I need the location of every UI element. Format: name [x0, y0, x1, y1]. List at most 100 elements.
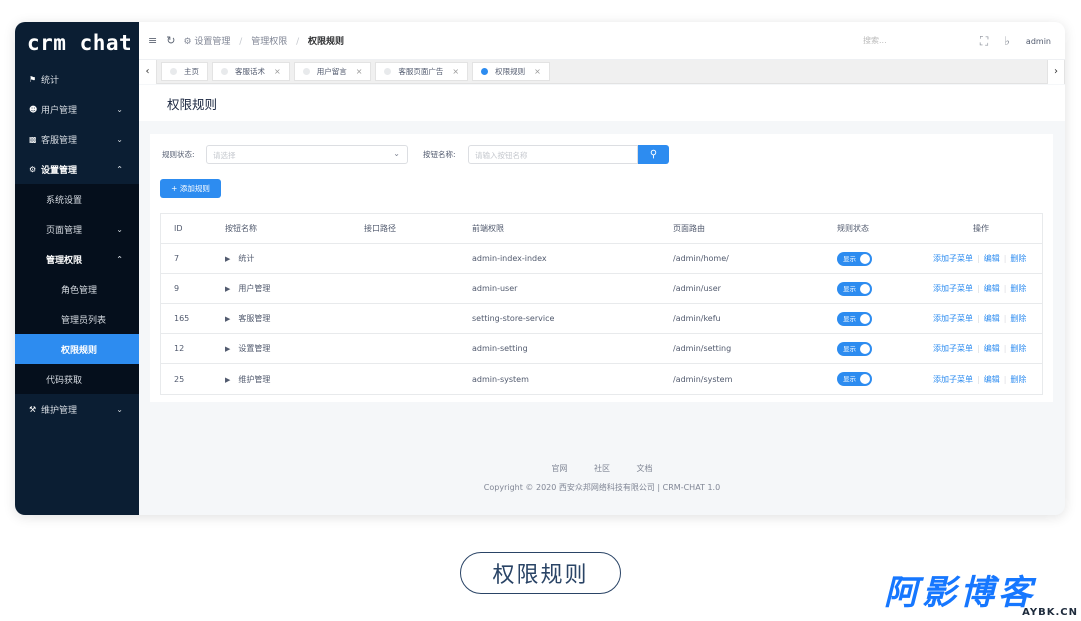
- bell-icon[interactable]: ♭: [1004, 34, 1010, 48]
- sidebar: crm chat ⚑ 统计 ☻ 用户管理 ⌄ ▩ 客服管理 ⌄ ⚙ 设置管理 ⌃…: [15, 22, 139, 515]
- add-rule-button[interactable]: + 添加规则: [160, 179, 221, 198]
- cell-name-text: 客服管理: [238, 314, 271, 323]
- sidebar-item-permissions[interactable]: 管理权限 ⌃: [15, 244, 139, 274]
- add-child-link[interactable]: 添加子菜单: [933, 344, 973, 353]
- sidebar-item-system-settings[interactable]: 系统设置: [15, 184, 139, 214]
- status-toggle[interactable]: 显示: [837, 251, 872, 266]
- header-search-input[interactable]: 搜索...: [863, 35, 887, 46]
- status-toggle[interactable]: 显示: [837, 341, 872, 356]
- delete-link[interactable]: 删除: [1010, 254, 1026, 263]
- add-child-link[interactable]: 添加子菜单: [933, 254, 973, 263]
- name-filter-label: 按钮名称:: [423, 150, 456, 159]
- chevron-up-icon: ⌃: [116, 254, 123, 264]
- cell-frontend: admin-system: [472, 374, 529, 384]
- fullscreen-icon[interactable]: ⛶: [980, 34, 988, 49]
- delete-link[interactable]: 删除: [1010, 344, 1026, 353]
- sidebar-item-label: 统计: [41, 75, 60, 86]
- status-toggle[interactable]: 显示: [837, 281, 872, 296]
- close-icon[interactable]: ×: [356, 67, 363, 76]
- footer-link[interactable]: 官网: [551, 464, 567, 473]
- sidebar-item-stats[interactable]: ⚑ 统计: [15, 64, 139, 94]
- sidebar-item-users[interactable]: ☻ 用户管理 ⌄: [15, 94, 139, 124]
- breadcrumb-item[interactable]: 设置管理: [194, 37, 230, 47]
- close-icon[interactable]: ×: [452, 67, 459, 76]
- user-menu[interactable]: admin: [1026, 37, 1051, 46]
- cell-frontend: setting-store-service: [472, 314, 555, 323]
- wrench-icon: ⚒: [29, 404, 37, 414]
- status-filter-label: 规则状态:: [162, 150, 195, 159]
- tab-scripts[interactable]: 客服话术 ×: [212, 62, 290, 81]
- delete-link[interactable]: 删除: [1010, 284, 1026, 293]
- tab-bar: ‹ 主页 客服话术 × 用户留言 × 客服页面广告 × 权限规则 × ›: [139, 59, 1065, 84]
- tab-ads[interactable]: 客服页面广告 ×: [375, 62, 469, 81]
- home-icon: ⚑: [29, 74, 37, 84]
- status-toggle[interactable]: 显示: [837, 372, 872, 386]
- edit-link[interactable]: 编辑: [984, 375, 1000, 384]
- col-header-name: 按钮名称: [225, 224, 257, 233]
- cell-frontend: admin-user: [472, 284, 518, 293]
- expand-icon[interactable]: ▶: [225, 315, 230, 323]
- sidebar-item-label: 客服管理: [41, 135, 78, 146]
- brand-domain: AYBK.CN: [1022, 607, 1078, 618]
- sidebar-item-admin-list[interactable]: 管理员列表: [15, 304, 139, 334]
- cell-ops: 添加子菜单 | 编辑 | 删除: [933, 254, 1027, 263]
- search-button[interactable]: ⚲: [638, 145, 669, 164]
- copyright: Copyright © 2020 西安众邦网络科技有限公司 | CRM-CHAT…: [483, 483, 721, 492]
- sidebar-item-code[interactable]: 代码获取: [15, 364, 139, 394]
- cell-route: /admin/home/: [673, 254, 729, 263]
- add-child-link[interactable]: 添加子菜单: [933, 314, 973, 323]
- footer-link[interactable]: 社区: [594, 464, 610, 473]
- refresh-icon[interactable]: ↻: [166, 34, 175, 47]
- edit-link[interactable]: 编辑: [984, 254, 1000, 263]
- edit-link[interactable]: 编辑: [984, 314, 1000, 323]
- content-card: 规则状态: 请选择 ⌄ 按钮名称: 请输入按钮名称 ⚲ + 添加规则 ID 按钮…: [150, 134, 1053, 402]
- sidebar-item-label: 系统设置: [46, 195, 83, 206]
- tab-label: 客服页面广告: [398, 67, 444, 76]
- add-child-link[interactable]: 添加子菜单: [933, 284, 973, 293]
- cell-ops: 添加子菜单 | 编辑 | 删除: [933, 284, 1027, 293]
- tab-dot: [170, 68, 177, 75]
- col-header-api: 接口路径: [364, 224, 396, 233]
- sidebar-item-permission-rules[interactable]: 权限规则: [15, 334, 139, 364]
- close-icon[interactable]: ×: [534, 67, 541, 76]
- expand-icon[interactable]: ▶: [225, 345, 230, 353]
- chevron-right-icon[interactable]: ›: [1047, 59, 1065, 84]
- expand-icon[interactable]: ▶: [225, 255, 230, 263]
- sidebar-item-settings[interactable]: ⚙ 设置管理 ⌃: [15, 154, 139, 184]
- sidebar-item-maintenance[interactable]: ⚒ 维护管理 ⌄: [15, 394, 139, 424]
- settings-submenu: 系统设置 页面管理 ⌄ 管理权限 ⌃ 角色管理 管理员列表 权限规则 代码获取: [15, 184, 139, 394]
- col-header-id: ID: [174, 224, 183, 233]
- menu-toggle-icon[interactable]: ≡: [148, 34, 157, 47]
- sidebar-item-label: 管理员列表: [61, 315, 107, 326]
- cell-name: ▶ 维护管理: [225, 374, 270, 385]
- status-select[interactable]: 请选择 ⌄: [206, 145, 408, 164]
- chevron-down-icon: ⌄: [393, 149, 400, 158]
- caption-pill: 权限规则: [460, 552, 621, 594]
- tab-dot: [384, 68, 392, 75]
- expand-icon[interactable]: ▶: [225, 376, 230, 384]
- chevron-left-icon[interactable]: ‹: [139, 59, 157, 84]
- breadcrumb-separator: /: [296, 37, 300, 47]
- chat-icon: ▩: [29, 134, 37, 144]
- delete-link[interactable]: 删除: [1010, 314, 1026, 323]
- expand-icon[interactable]: ▶: [225, 285, 230, 293]
- sidebar-item-page-management[interactable]: 页面管理 ⌄: [15, 214, 139, 244]
- add-child-link[interactable]: 添加子菜单: [933, 375, 973, 384]
- cell-name-text: 设置管理: [238, 344, 271, 353]
- status-toggle[interactable]: 显示: [837, 311, 872, 326]
- user-icon: ☻: [29, 104, 38, 114]
- tab-permission-rules[interactable]: 权限规则 ×: [472, 62, 550, 81]
- footer-link[interactable]: 文档: [637, 464, 653, 473]
- close-icon[interactable]: ×: [274, 67, 281, 76]
- cell-name-text: 维护管理: [238, 374, 271, 384]
- tab-home[interactable]: 主页: [161, 62, 208, 81]
- tab-messages[interactable]: 用户留言 ×: [293, 62, 372, 81]
- sidebar-item-roles[interactable]: 角色管理: [15, 274, 139, 304]
- delete-link[interactable]: 删除: [1010, 375, 1026, 384]
- edit-link[interactable]: 编辑: [984, 284, 1000, 293]
- breadcrumb-item[interactable]: 管理权限: [251, 37, 287, 47]
- name-search-input[interactable]: 请输入按钮名称: [468, 145, 638, 164]
- sidebar-item-service[interactable]: ▩ 客服管理 ⌄: [15, 124, 139, 154]
- edit-link[interactable]: 编辑: [984, 344, 1000, 353]
- gear-icon: ⚙: [29, 164, 37, 174]
